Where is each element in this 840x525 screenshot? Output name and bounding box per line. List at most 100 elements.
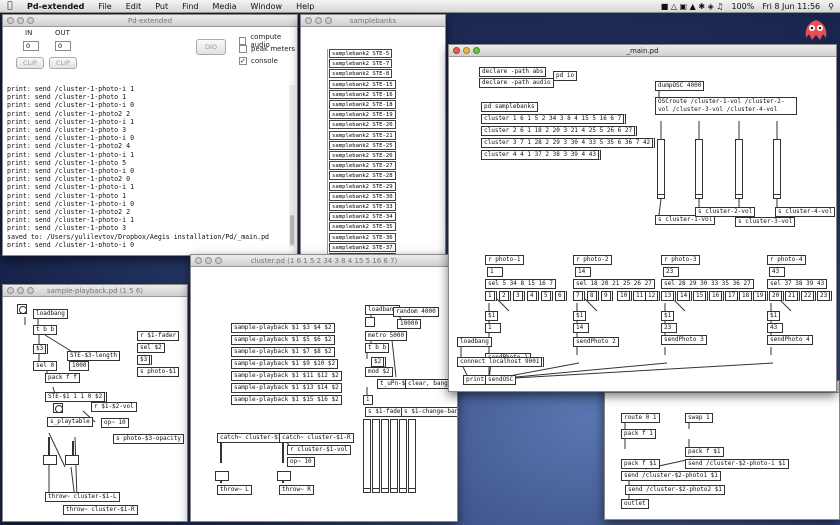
battery-status[interactable]: 100%	[731, 2, 754, 11]
msg-3[interactable]: 3	[513, 291, 525, 301]
obj-samplebank[interactable]: samplebank2 STE-19	[329, 110, 396, 120]
close-button[interactable]	[305, 17, 312, 24]
fader-3[interactable]	[381, 419, 389, 493]
titlebar[interactable]: cluster.pd (1 6 1 5 2 34 3 8 4 15 5 16 6…	[191, 255, 457, 267]
obj-dumposc[interactable]: dumpOSC 4000	[655, 81, 705, 91]
obj-sel-1[interactable]: sel 5 34 8 15 16 7	[485, 279, 557, 289]
msg-4[interactable]: 4	[527, 291, 539, 301]
obj-s-cluster-3-vol[interactable]: s cluster-3-vol	[735, 217, 796, 227]
obj-send-photo-i[interactable]: send /cluster-$2-photo-i $1	[685, 459, 789, 469]
obj-f-3[interactable]: $1	[661, 311, 675, 321]
obj-sel-2[interactable]: sel $2	[137, 343, 165, 353]
obj-sample-playback-2[interactable]: sample-playback $1 $5 $6 $2	[231, 335, 335, 345]
minimize-button[interactable]	[205, 257, 212, 264]
zoom-button[interactable]	[325, 17, 332, 24]
obj-metro[interactable]: metro 5000	[365, 331, 408, 341]
obj-pack-ff[interactable]: pack f f	[45, 373, 80, 383]
spotlight-search-icon[interactable]: ⚲	[828, 2, 834, 11]
obj-f-4[interactable]: $1	[767, 311, 781, 321]
obj-10000[interactable]: 10000	[397, 319, 422, 329]
msg-ste[interactable]: STE-$1 1 1 0 $2	[45, 392, 108, 402]
menu-put[interactable]: Put	[148, 2, 175, 11]
menu-find[interactable]: Find	[175, 2, 205, 11]
obj-catch-r[interactable]: catch~ cluster-$1-R	[279, 433, 354, 443]
obj-f-2[interactable]: $1	[573, 311, 587, 321]
obj-samplebank[interactable]: samplebank2 STE-28	[329, 171, 396, 181]
out-clip-button[interactable]: CLIP	[49, 57, 77, 69]
cluster-3-vol-slider[interactable]	[735, 139, 743, 199]
obj-sel-0[interactable]: sel 0	[33, 361, 58, 371]
bang-button[interactable]	[53, 403, 63, 413]
fader-1[interactable]	[363, 419, 371, 493]
obj-samplebank[interactable]: samplebank2 STE-33	[329, 202, 396, 211]
obj-sendphoto-2[interactable]: sendPhoto 2	[573, 337, 619, 347]
menu-app[interactable]: Pd-extended	[20, 2, 91, 11]
obj-samplebank[interactable]: samplebank2 STE-36	[329, 232, 396, 242]
fader-4[interactable]	[390, 419, 398, 493]
obj-r-cluster-vol[interactable]: r cluster-$1-vol	[287, 445, 351, 455]
minimize-button[interactable]	[463, 47, 470, 54]
msg-15[interactable]: 15	[693, 291, 709, 301]
cluster-4-vol-slider[interactable]	[773, 139, 781, 199]
menu-help[interactable]: Help	[289, 2, 321, 11]
msg-21[interactable]: 21	[785, 291, 801, 301]
obj-loadbang[interactable]: loadbang	[457, 337, 492, 347]
number-box-photo-2[interactable]: 14	[575, 267, 591, 277]
obj-pack-1[interactable]: pack f 1	[621, 429, 656, 439]
zoom-button[interactable]	[27, 17, 34, 24]
obj-sample-playback-7[interactable]: sample-playback $1 $15 $16 $2	[231, 395, 342, 405]
obj-sendphoto-3[interactable]: sendPhoto 3	[661, 335, 707, 345]
menu-window[interactable]: Window	[244, 2, 290, 11]
cluster-2-vol-slider[interactable]	[695, 139, 703, 199]
msg-22[interactable]: 22	[801, 291, 817, 301]
msg-d2[interactable]: $2	[371, 357, 387, 367]
cluster-1-vol-slider[interactable]	[657, 139, 665, 199]
obj-send-photo1[interactable]: send /cluster-$2-photo1 $1	[621, 471, 721, 481]
obj-throw-l[interactable]: throw~ cluster-$1-L	[45, 492, 120, 502]
obj-multiply-right[interactable]	[277, 471, 291, 481]
apple-menu-icon[interactable]: 	[0, 1, 20, 11]
peak-meters-toggle[interactable]: peak meters	[239, 45, 295, 53]
obj-random[interactable]: random 4000	[393, 307, 439, 317]
obj-pack-2[interactable]: pack f $1	[685, 447, 724, 457]
msg-6[interactable]: 6	[555, 291, 567, 301]
obj-oscroute[interactable]: OSCroute /cluster-1-vol /cluster-2-vol /…	[655, 97, 797, 115]
obj-samplebank[interactable]: samplebank2 STE-7	[329, 59, 393, 69]
fader-5[interactable]	[399, 419, 407, 493]
obj-op-10[interactable]: op~ 10	[101, 418, 129, 428]
obj-samplebank[interactable]: samplebank2 STE-21	[329, 130, 396, 140]
msg-cluster-4[interactable]: cluster 4 4 1 37 2 38 3 39 4 43	[481, 150, 601, 160]
zoom-button[interactable]	[215, 257, 222, 264]
msg-connect[interactable]: connect localhost 9001	[457, 357, 545, 367]
clock[interactable]: Fri 8 Jun 11:56	[762, 2, 820, 11]
msg-7[interactable]: 7	[573, 291, 585, 301]
menu-file[interactable]: File	[91, 2, 118, 11]
msg-13[interactable]: 13	[661, 291, 677, 301]
msg-12[interactable]: 12	[645, 291, 661, 301]
obj-s-change-bank[interactable]: s $1-change-bank	[401, 407, 457, 417]
obj-multiply-right[interactable]	[65, 455, 79, 465]
obj-r-vol[interactable]: r $1-$2-vol	[91, 402, 137, 412]
obj-sel-3[interactable]: sel 28 29 30 33 35 36 27	[661, 279, 754, 289]
obj-s-cluster-2-vol[interactable]: s cluster-2-vol	[695, 207, 756, 217]
console-output[interactable]: print: send /cluster-1-photo-i 1 print: s…	[7, 85, 287, 247]
msg-16[interactable]: 16	[709, 291, 725, 301]
obj-pack-f[interactable]: pack f $1	[621, 459, 660, 469]
obj-loadbang[interactable]: loadbang	[33, 309, 68, 319]
obj-send-photo2[interactable]: send /cluster-$2-photo2 $1	[625, 485, 725, 495]
console-scrollbar[interactable]	[289, 85, 295, 247]
titlebar[interactable]: Pd-extended	[3, 15, 297, 27]
in-field[interactable]: 0	[23, 41, 39, 51]
number-box-photo-1[interactable]: 1	[487, 267, 503, 277]
msg-20[interactable]: 20	[769, 291, 785, 301]
msg-19[interactable]: 19	[753, 291, 769, 301]
minimize-button[interactable]	[315, 17, 322, 24]
obj-t-b-b[interactable]: t b b	[365, 343, 390, 353]
msg-10[interactable]: 10	[617, 291, 633, 301]
msg-14[interactable]: 14	[677, 291, 693, 301]
obj-declare-abs[interactable]: declare -path abs	[479, 67, 547, 77]
number-box-43[interactable]: 43	[767, 323, 783, 333]
obj-print[interactable]: print	[463, 375, 488, 385]
msg-cluster-3[interactable]: cluster 3 7 1 28 2 29 3 30 4 33 5 35 6 3…	[481, 138, 656, 148]
obj-multiply-left[interactable]	[43, 455, 57, 465]
